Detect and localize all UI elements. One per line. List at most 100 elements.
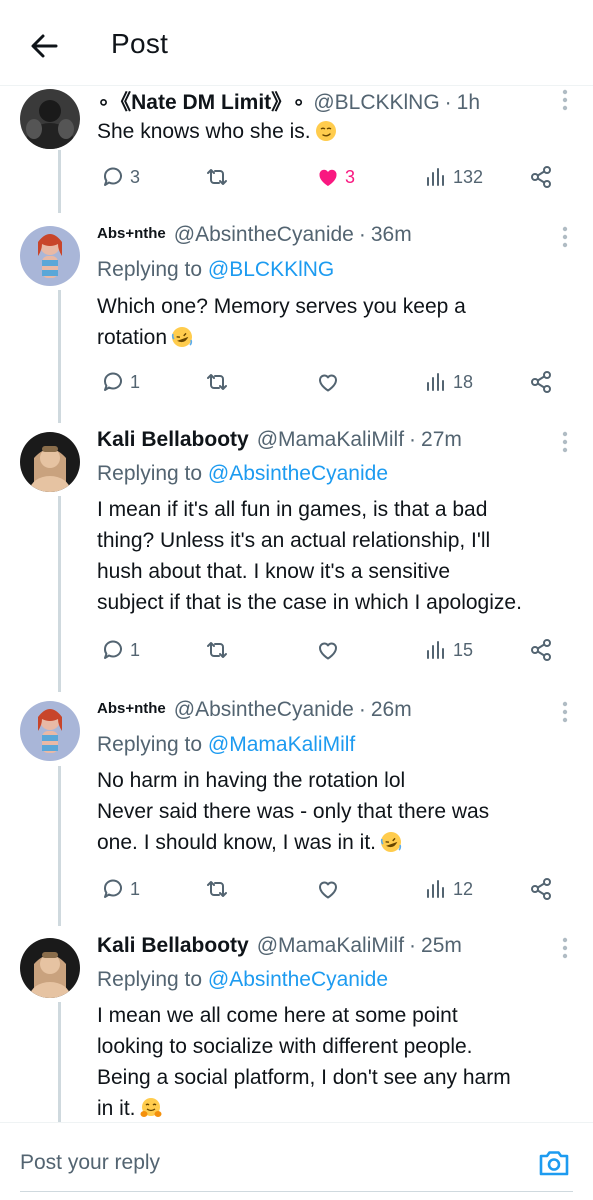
user-handle[interactable]: @MamaKaliMilf	[257, 428, 404, 452]
more-options-icon[interactable]	[561, 936, 569, 960]
separator-dot: ·	[358, 698, 366, 721]
reply-icon	[100, 637, 126, 663]
tweet[interactable]: Abs+nthe @AbsintheCyanide · 26m Replying…	[0, 698, 593, 918]
like-button[interactable]	[315, 635, 345, 665]
user-handle[interactable]: @MamaKaliMilf	[257, 934, 404, 958]
replying-label: Replying to	[97, 258, 203, 281]
hugging-emoji	[140, 1097, 162, 1119]
reply-count: 3	[130, 166, 141, 187]
display-name[interactable]: Kali Bellabooty	[97, 934, 249, 958]
reply-button[interactable]: 3	[100, 162, 140, 192]
repost-button[interactable]	[204, 635, 234, 665]
tweet[interactable]: Kali Bellabooty @MamaKaliMilf · 27m Repl…	[0, 428, 593, 678]
display-name[interactable]: Abs+nthe	[97, 225, 166, 242]
user-handle[interactable]: @AbsintheCyanide	[174, 698, 354, 722]
separator-dot: ·	[409, 934, 417, 957]
tweet-line: in it.	[97, 1097, 136, 1120]
tweet-text: I mean we all come here at some point lo…	[97, 1000, 587, 1124]
back-arrow-icon[interactable]	[26, 28, 62, 64]
reply-count: 1	[130, 371, 141, 392]
reply-input[interactable]: Post your reply	[20, 1151, 160, 1175]
avatar[interactable]	[20, 226, 80, 286]
avatar[interactable]	[20, 432, 80, 492]
rofl-emoji	[171, 326, 193, 348]
views-button[interactable]: 132	[423, 162, 483, 192]
more-options-icon[interactable]	[561, 225, 569, 249]
display-name[interactable]: Kali Bellabooty	[97, 428, 249, 452]
view-count: 132	[453, 166, 484, 187]
timestamp[interactable]: 27m	[421, 428, 462, 452]
tweet-line: I mean we all come here at some point	[97, 1004, 458, 1027]
avatar[interactable]	[20, 938, 80, 998]
separator-dot: ·	[444, 91, 452, 114]
tweet-line: thing? Unless it's an actual relationshi…	[97, 529, 491, 552]
mention-link[interactable]: @AbsintheCyanide	[208, 462, 388, 485]
tweet-text: She knows who she is.	[97, 116, 587, 147]
views-button[interactable]: 12	[423, 874, 473, 904]
tweet-line: She knows who she is.	[97, 120, 311, 143]
tweet[interactable]: ∘《Nate DM Limit》∘ @BLCKKlNG · 1h She kno…	[0, 86, 593, 216]
share-button[interactable]	[528, 162, 554, 192]
share-button[interactable]	[528, 635, 554, 665]
views-icon	[423, 164, 449, 190]
view-count: 12	[453, 878, 474, 899]
heart-icon	[315, 637, 341, 663]
user-handle[interactable]: @AbsintheCyanide	[174, 223, 354, 247]
rofl-emoji	[380, 831, 402, 853]
more-options-icon[interactable]	[561, 88, 569, 112]
mention-link[interactable]: @BLCKKlNG	[208, 258, 334, 281]
repost-button[interactable]	[204, 874, 234, 904]
more-options-icon[interactable]	[561, 700, 569, 724]
tweet-line: No harm in having the rotation lol	[97, 769, 406, 792]
repost-button[interactable]	[204, 162, 234, 192]
replying-to: Replying to @AbsintheCyanide	[97, 462, 388, 486]
view-count: 15	[453, 639, 474, 660]
share-icon	[528, 369, 554, 395]
avatar[interactable]	[20, 89, 80, 149]
tweet-line: rotation	[97, 326, 168, 349]
repost-button[interactable]	[204, 367, 234, 397]
share-icon	[528, 637, 554, 663]
views-button[interactable]: 15	[423, 635, 473, 665]
avatar[interactable]	[20, 701, 80, 761]
views-button[interactable]: 18	[423, 367, 473, 397]
reply-icon	[100, 369, 126, 395]
tweet-actions: 1 18	[97, 367, 567, 397]
repost-icon	[204, 637, 230, 663]
mention-link[interactable]: @AbsintheCyanide	[208, 968, 388, 991]
like-button[interactable]	[315, 874, 345, 904]
reply-button[interactable]: 1	[100, 367, 140, 397]
tweet[interactable]: Kali Bellabooty @MamaKaliMilf · 25m Repl…	[0, 934, 593, 1122]
views-icon	[423, 369, 449, 395]
tweet[interactable]: Abs+nthe @AbsintheCyanide · 36m Replying…	[0, 223, 593, 413]
views-icon	[423, 876, 449, 902]
repost-icon	[204, 164, 230, 190]
heart-icon	[315, 876, 341, 902]
user-handle[interactable]: @BLCKKlNG	[313, 91, 439, 115]
smirk-emoji	[315, 120, 337, 142]
display-name[interactable]: Abs+nthe	[97, 700, 166, 717]
reply-button[interactable]: 1	[100, 874, 140, 904]
tweet-actions: 1 12	[97, 874, 567, 904]
timestamp[interactable]: 36m	[371, 223, 412, 247]
share-button[interactable]	[528, 367, 554, 397]
like-button[interactable]: 3	[315, 162, 355, 192]
more-options-icon[interactable]	[561, 430, 569, 454]
timestamp[interactable]: 25m	[421, 934, 462, 958]
display-name[interactable]: ∘《Nate DM Limit》∘	[97, 86, 305, 116]
share-button[interactable]	[528, 874, 554, 904]
reply-icon	[100, 876, 126, 902]
replying-to: Replying to @AbsintheCyanide	[97, 968, 388, 992]
share-icon	[528, 876, 554, 902]
replying-label: Replying to	[97, 462, 203, 485]
mention-link[interactable]: @MamaKaliMilf	[208, 733, 355, 756]
reply-button[interactable]: 1	[100, 635, 140, 665]
like-button[interactable]	[315, 367, 345, 397]
camera-icon[interactable]	[537, 1147, 571, 1179]
replying-label: Replying to	[97, 733, 203, 756]
timestamp[interactable]: 1h	[457, 91, 480, 115]
tweet-actions: 3 3 132	[97, 162, 567, 192]
divider	[20, 1191, 573, 1192]
timestamp[interactable]: 26m	[371, 698, 412, 722]
tweet-line: subject if that is the case in which I a…	[97, 591, 522, 614]
